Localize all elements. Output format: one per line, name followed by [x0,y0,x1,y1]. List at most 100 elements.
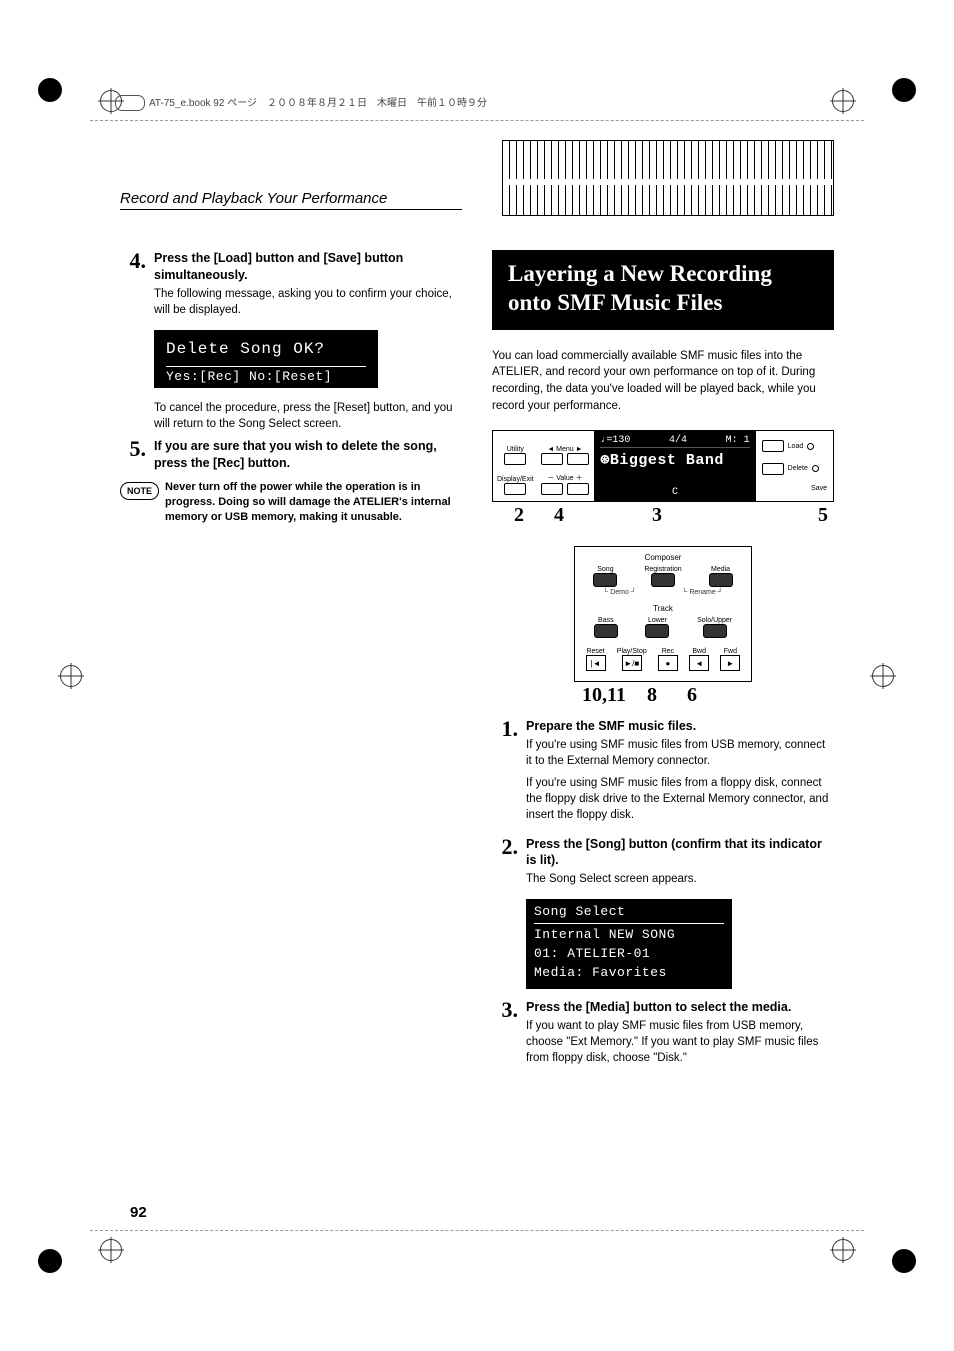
after-lcd-text: To cancel the procedure, press the [Rese… [154,400,462,432]
panel-lcd: ♩=130 4/4 M: 1 ⊛Biggest Band C [594,431,755,501]
callout-5: 5 [818,504,828,527]
lcd-measure: M: 1 [726,435,750,446]
lcd-song-title: Biggest Band [610,452,724,469]
step-1-desc-a: If you're using SMF music files from USB… [526,737,834,769]
fwd-button: ► [720,655,740,671]
note-text: Never turn off the power while the opera… [165,480,462,525]
label-display: Display/Exit [497,476,534,483]
lower-button [645,624,669,638]
printer-mark [892,1249,916,1273]
label-delete: Delete [788,465,808,472]
printer-mark [892,78,916,102]
lcd-tempo: ♩=130 [600,435,630,446]
composer-title: Composer [583,553,743,562]
lcd-time: 4/4 [669,435,687,446]
menu-right-button [567,453,589,465]
step-1: 1. Prepare the SMF music files. If you'r… [492,718,834,829]
menu-left-button [541,453,563,465]
label-rec: Rec [662,648,674,655]
lcd2-line1: Internal NEW SONG [534,926,724,945]
reset-button: |◄ [586,655,606,671]
note-block: NOTE Never turn off the power while the … [120,480,462,525]
label-bwd: Bwd [692,648,706,655]
panel-diagram: Utility ◄ Menu ► Display/Exit － Value ＋ … [492,430,834,710]
step-5-head: If you are sure that you wish to delete … [154,438,462,472]
lcd-line2: Yes:[Rec] No:[Reset] [166,366,366,384]
label-rename: Rename [689,589,715,596]
page-content: Record and Playback Your Performance 4. … [120,150,834,1191]
label-value: － Value ＋ [547,473,582,483]
callouts-top: 2 4 3 5 [492,504,834,534]
value-plus-button [567,483,589,495]
label-load: Load [788,443,804,450]
track-title: Track [583,604,743,613]
label-bass: Bass [598,617,614,624]
label-fwd: Fwd [724,648,737,655]
bass-button [594,624,618,638]
step-4-head: Press the [Load] button and [Save] butto… [154,250,462,284]
callout-3: 3 [652,504,662,527]
step-number: 3. [492,999,518,1072]
lcd-confirm-delete: Delete Song OK? Yes:[Rec] No:[Reset] [154,330,378,388]
utility-button [504,453,526,465]
right-column: Layering a New Recording onto SMF Music … [492,150,834,1191]
section-title: Record and Playback Your Performance [120,190,462,210]
header-note-text: AT-75_e.book 92 ページ ２００８年８月２１日 木曜日 午前１０時… [149,98,487,109]
callout-2: 2 [514,504,524,527]
header-note: AT-75_e.book 92 ページ ２００８年８月２１日 木曜日 午前１０時… [115,94,487,111]
composer-panel: Composer Song Registration Media └ Demo … [574,546,752,682]
callout-8: 8 [647,684,657,707]
callout-10-11: 10,11 [582,684,626,707]
label-play-stop: Play/Stop [617,648,647,655]
step-number: 5. [120,438,146,474]
printer-mark [38,1249,62,1273]
step-1-desc-b: If you're using SMF music files from a f… [526,775,834,823]
page-number: 92 [130,1204,147,1221]
printer-mark [38,78,62,102]
lcd-line1: Delete Song OK? [166,340,366,358]
step-4-desc: The following message, asking you to con… [154,286,462,318]
label-song: Song [597,566,613,573]
step-number: 4. [120,250,146,324]
song-button [593,573,617,587]
label-lower: Lower [648,617,667,624]
callouts-bottom: 10,11 8 6 [492,684,834,710]
label-demo: Demo [610,589,629,596]
step-3-desc: If you want to play SMF music files from… [526,1018,834,1066]
right-button-column: Load Delete Save [756,431,833,501]
play-stop-button: ►/■ [622,655,642,671]
callout-6: 6 [687,684,697,707]
intro-paragraph: You can load commercially available SMF … [492,348,834,415]
label-menu: ◄ Menu ► [547,446,582,453]
rec-button: ● [658,655,678,671]
solo-upper-button [703,624,727,638]
registration-mark [872,665,894,687]
bwd-button: ◄ [689,655,709,671]
value-minus-button [541,483,563,495]
step-number: 2. [492,836,518,894]
registration-mark [832,90,854,112]
left-button-grid: Utility ◄ Menu ► Display/Exit － Value ＋ [493,431,594,501]
callout-4: 4 [554,504,564,527]
step-2-desc: The Song Select screen appears. [526,871,834,887]
label-registration: Registration [644,566,681,573]
registration-mark [832,1239,854,1261]
label-media: Media [711,566,730,573]
registration-button [651,573,675,587]
layering-heading: Layering a New Recording onto SMF Music … [492,250,834,330]
lcd-song-select: Song Select Internal NEW SONG 01: ATELIE… [526,899,732,988]
label-save: Save [811,485,827,492]
step-3-head: Press the [Media] button to select the m… [526,999,834,1016]
step-4: 4. Press the [Load] button and [Save] bu… [120,250,462,324]
delete-button [762,463,784,475]
lcd2-line3: Media: Favorites [534,964,724,983]
step-1-head: Prepare the SMF music files. [526,718,834,735]
lcd2-title: Song Select [534,903,724,924]
step-3: 3. Press the [Media] button to select th… [492,999,834,1072]
label-utility: Utility [507,446,524,453]
left-column: Record and Playback Your Performance 4. … [120,150,462,1191]
step-2: 2. Press the [Song] button (confirm that… [492,836,834,894]
load-button [762,440,784,452]
lcd-chord: C [672,487,678,498]
step-5: 5. If you are sure that you wish to dele… [120,438,462,474]
